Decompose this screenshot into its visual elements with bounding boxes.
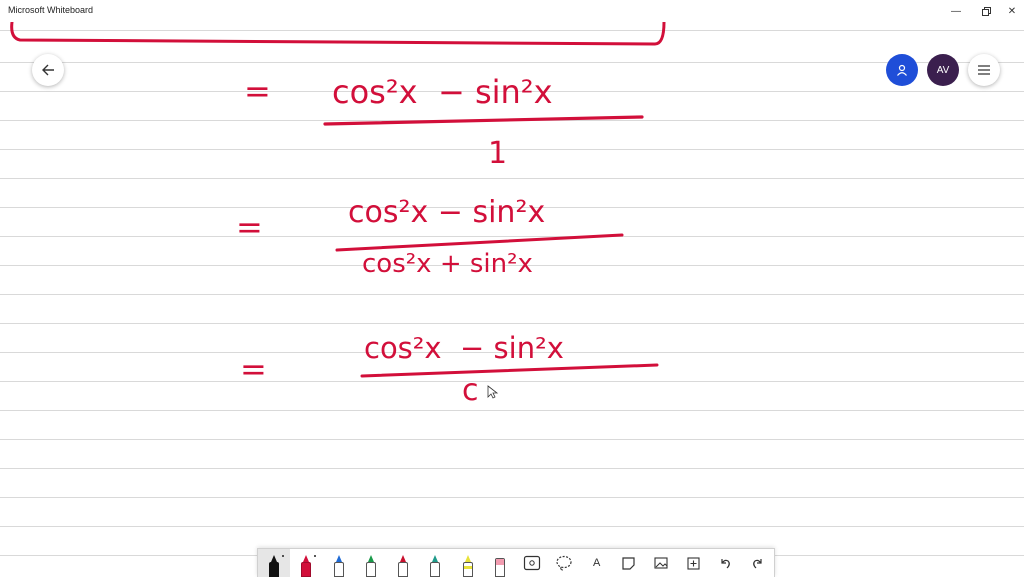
- restore-icon: [981, 6, 991, 16]
- menu-button[interactable]: [968, 54, 1000, 86]
- tool-note[interactable]: [613, 549, 645, 577]
- mouse-pointer-icon: [487, 385, 499, 399]
- denominator-2: cos²x + sin²x: [362, 249, 533, 279]
- redo-icon: [753, 558, 762, 568]
- text-icon: A: [592, 557, 601, 569]
- app-title: Microsoft Whiteboard: [8, 5, 94, 15]
- pen-icon: [365, 555, 376, 577]
- plus-icon: [687, 556, 700, 570]
- fraction-bar-2: [335, 233, 624, 252]
- sticky-note-icon: [622, 556, 635, 570]
- denominator-3: c: [462, 373, 479, 408]
- back-button[interactable]: [32, 54, 64, 86]
- avatar-initials: AV: [936, 64, 950, 76]
- eraser-icon: [494, 555, 505, 577]
- pen-icon: [430, 555, 441, 577]
- image-icon: [654, 557, 668, 569]
- close-icon: ✕: [1007, 5, 1017, 17]
- tool-highlighter[interactable]: [452, 549, 484, 577]
- pen-icon: [333, 555, 344, 577]
- numerator-1: cos²x − sin²x: [332, 73, 553, 111]
- tool-redo[interactable]: [742, 549, 774, 577]
- pen-icon: [269, 555, 285, 577]
- equals-sign-3: =: [240, 350, 267, 388]
- tool-text[interactable]: A: [581, 549, 613, 577]
- person-icon: [897, 64, 907, 76]
- minimize-icon: —: [951, 5, 961, 17]
- tool-insert[interactable]: [677, 549, 709, 577]
- tool-ruler[interactable]: [516, 549, 548, 577]
- equals-sign-1: =: [244, 72, 271, 110]
- fraction-bar-3: [360, 363, 659, 378]
- tool-teal-pen[interactable]: [419, 549, 451, 577]
- hamburger-menu-icon: [978, 65, 990, 75]
- numerator-3: cos²x − sin²x: [364, 331, 564, 365]
- pen-icon: [398, 555, 409, 577]
- equals-sign-2: =: [236, 208, 263, 246]
- tool-image[interactable]: [645, 549, 677, 577]
- user-avatar[interactable]: AV: [927, 54, 959, 86]
- denominator-1: 1: [488, 136, 507, 171]
- ink-layer: = cos²x − sin²x 1 = cos²x − sin²x cos²x …: [10, 20, 666, 408]
- share-button[interactable]: [886, 54, 918, 86]
- arrow-left-icon: [42, 64, 54, 76]
- lasso-icon: [556, 555, 572, 571]
- title-bar: Microsoft Whiteboard — ✕: [0, 0, 1024, 22]
- minimize-button[interactable]: —: [940, 0, 972, 22]
- tool-green-pen[interactable]: [355, 549, 387, 577]
- numerator-2: cos²x − sin²x: [348, 195, 545, 230]
- pen-icon: [301, 555, 317, 577]
- tool-black-pen[interactable]: [258, 549, 291, 577]
- tool-blue-pen[interactable]: [323, 549, 355, 577]
- fraction-bar-1: [323, 115, 644, 126]
- undo-icon: [721, 558, 730, 568]
- close-button[interactable]: ✕: [996, 0, 1024, 22]
- highlighter-icon: [462, 555, 473, 577]
- inking-toolbar: A: [257, 548, 775, 577]
- tool-red-pen-2[interactable]: [387, 549, 419, 577]
- ruler-icon: [524, 555, 541, 571]
- ink-box-fragment: [10, 20, 666, 46]
- tool-eraser[interactable]: [484, 549, 516, 577]
- tool-lasso[interactable]: [548, 549, 580, 577]
- tool-red-pen[interactable]: [290, 549, 322, 577]
- tool-undo[interactable]: [710, 549, 742, 577]
